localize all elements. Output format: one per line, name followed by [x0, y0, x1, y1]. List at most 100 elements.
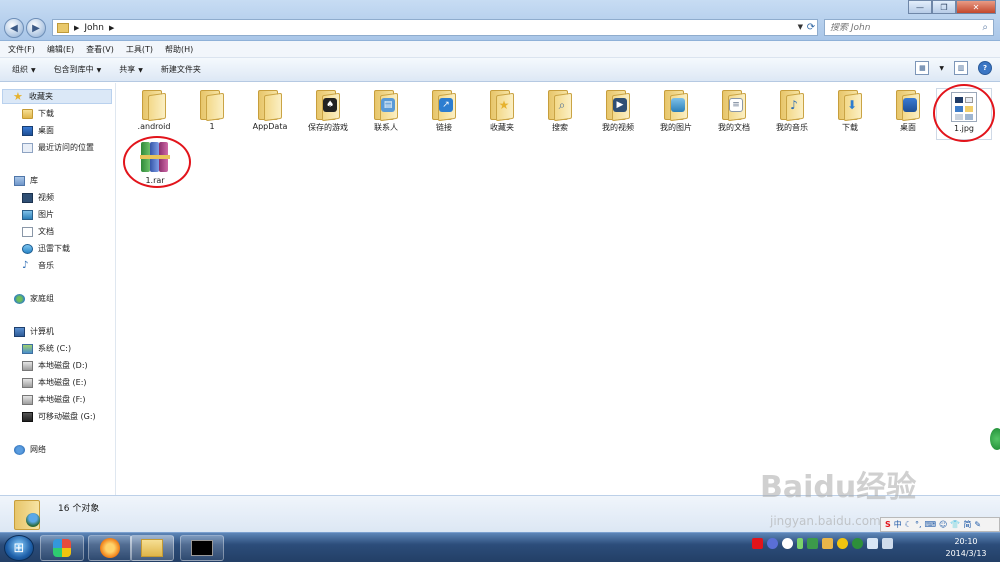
wrench-icon[interactable]: ✎ [974, 520, 981, 529]
ime-mode-simplified[interactable]: 简 [963, 519, 971, 530]
user-icon [26, 513, 40, 527]
taskbar-app-1[interactable] [40, 535, 84, 561]
new-folder-button[interactable]: 新建文件夹 [161, 64, 201, 75]
sidebar-item-xunlei[interactable]: 迅雷下载 [22, 243, 70, 254]
sidebar-item-documents[interactable]: 文档 [22, 226, 54, 237]
side-widget-icon[interactable] [990, 428, 1000, 450]
system-drive-icon [22, 343, 33, 354]
sidebar-item-pictures[interactable]: 图片 [22, 209, 54, 220]
taskbar-explorer[interactable] [130, 535, 174, 561]
close-button[interactable]: ✕ [956, 0, 996, 14]
sidebar-item-drive-e[interactable]: 本地磁盘 (E:) [22, 377, 87, 388]
user-icon[interactable]: ☺ [939, 520, 947, 529]
sidebar-network[interactable]: 网络 [14, 444, 46, 455]
file-item[interactable]: ≡ 我的文档 [706, 88, 762, 133]
file-item[interactable]: 1 [184, 88, 240, 131]
ime-toolbar: S 中 ☾ °, ⌨ ☺ 👕 简 ✎ [880, 517, 1000, 532]
network-tray-icon[interactable] [867, 538, 878, 549]
include-in-library-button[interactable]: 包含到库中 ▼ [54, 64, 102, 75]
volume-tray-icon[interactable] [882, 538, 893, 549]
minimize-button[interactable]: — [908, 0, 932, 14]
file-item[interactable]: 我的图片 [648, 88, 704, 133]
maximize-button[interactable]: ❐ [932, 0, 956, 14]
file-item[interactable]: ♠ 保存的游戏 [300, 88, 356, 133]
battery-tray-icon[interactable] [797, 538, 803, 549]
qq-tray-icon[interactable] [837, 538, 848, 549]
clock-date: 2014/3/13 [945, 549, 987, 558]
antivirus-tray-icon[interactable] [852, 538, 863, 549]
folder-icon [256, 88, 284, 122]
ime-mode-chinese[interactable]: 中 [894, 519, 902, 530]
moon-icon[interactable]: ☾ [905, 520, 912, 529]
file-item[interactable]: ▶ 我的视频 [590, 88, 646, 133]
file-item[interactable]: ▤ 联系人 [358, 88, 414, 133]
organize-button[interactable]: 组织 ▼ [12, 64, 36, 75]
file-item[interactable]: ♪ 我的音乐 [764, 88, 820, 133]
recent-places-icon [22, 142, 33, 153]
preview-pane-icon[interactable]: ▥ [954, 61, 968, 75]
chevron-down-icon[interactable]: ▼ [939, 65, 944, 72]
bluetooth-tray-icon[interactable] [782, 538, 793, 549]
file-item[interactable]: AppData [242, 88, 298, 131]
ime-logo-icon[interactable]: S [885, 520, 891, 529]
security-tray-icon[interactable] [807, 538, 818, 549]
back-button[interactable]: ◀ [4, 18, 24, 38]
taskbar-cmd[interactable] [180, 535, 224, 561]
sidebar-item-recent[interactable]: 最近访问的位置 [22, 142, 94, 153]
refresh-icon: ⟳ [806, 22, 816, 33]
flag-tray-icon[interactable] [822, 538, 833, 549]
sidebar-item-drive-f[interactable]: 本地磁盘 (F:) [22, 394, 85, 405]
file-label: 搜索 [552, 123, 568, 132]
share-button[interactable]: 共享 ▼ [119, 64, 143, 75]
sidebar-item-music[interactable]: ♪ 音乐 [22, 260, 54, 271]
homegroup-icon [14, 293, 25, 304]
organize-label: 组织 [12, 65, 28, 74]
file-item[interactable]: 桌面 [880, 88, 936, 133]
share-label: 共享 [119, 65, 136, 74]
sidebar-computer[interactable]: 计算机 [14, 326, 54, 337]
help-icon[interactable]: ? [978, 61, 992, 75]
chevron-down-icon: ▼ [138, 67, 143, 74]
clock-time: 20:10 [954, 537, 978, 546]
sidebar-item-drive-d[interactable]: 本地磁盘 (D:) [22, 360, 88, 371]
address-bar[interactable]: ▶ John ▶ ▼ [52, 19, 818, 36]
menu-help[interactable]: 帮助(H) [165, 44, 193, 55]
sidebar-favorites[interactable]: ★ 收藏夹 [2, 89, 112, 104]
music-folder-icon: ♪ [778, 88, 806, 122]
taskbar-clock[interactable]: 20:10 2014/3/13 [938, 536, 994, 560]
file-label: 1 [209, 122, 215, 131]
menu-tools[interactable]: 工具(T) [126, 44, 153, 55]
sidebar-item-videos[interactable]: 视频 [22, 192, 54, 203]
file-item[interactable]: ⬇ 下载 [822, 88, 878, 133]
refresh-button[interactable]: ⟳ [803, 19, 819, 36]
keyboard-icon[interactable]: ⌨ [924, 520, 936, 529]
sidebar-item-downloads[interactable]: 下载 [22, 108, 54, 119]
punctuation-icon[interactable]: °, [915, 520, 922, 529]
sidebar-item-drive-g[interactable]: 可移动磁盘 (G:) [22, 411, 96, 422]
file-item[interactable]: ↗ 链接 [416, 88, 472, 133]
file-item[interactable]: .android [126, 88, 182, 131]
search-box[interactable]: ⌕ [824, 19, 994, 36]
menu-view[interactable]: 查看(V) [86, 44, 114, 55]
help-tray-icon[interactable] [767, 538, 778, 549]
documents-folder-icon: ≡ [720, 88, 748, 122]
library-icon [14, 175, 25, 186]
file-item[interactable]: ★ 收藏夹 [474, 88, 530, 133]
forward-button[interactable]: ▶ [26, 18, 46, 38]
search-input[interactable] [830, 22, 970, 33]
sidebar-libraries[interactable]: 库 [14, 175, 38, 186]
shirt-icon[interactable]: 👕 [950, 520, 960, 529]
sidebar-item-desktop[interactable]: 桌面 [22, 125, 54, 136]
sidebar-homegroup[interactable]: 家庭组 [14, 293, 54, 304]
menu-edit[interactable]: 编辑(E) [47, 44, 74, 55]
menu-file[interactable]: 文件(F) [8, 44, 35, 55]
start-button[interactable]: ⊞ [4, 535, 34, 561]
sidebar-item-drive-c[interactable]: 系统 (C:) [22, 343, 71, 354]
removable-drive-icon [22, 411, 33, 422]
breadcrumb-john[interactable]: John [84, 23, 104, 33]
chevron-down-icon: ▼ [96, 67, 102, 74]
file-item[interactable]: ⌕ 搜索 [532, 88, 588, 133]
sogou-tray-icon[interactable] [752, 538, 763, 549]
view-options-icon[interactable]: ▦ [915, 61, 930, 75]
taskbar-app-2[interactable] [88, 535, 132, 561]
